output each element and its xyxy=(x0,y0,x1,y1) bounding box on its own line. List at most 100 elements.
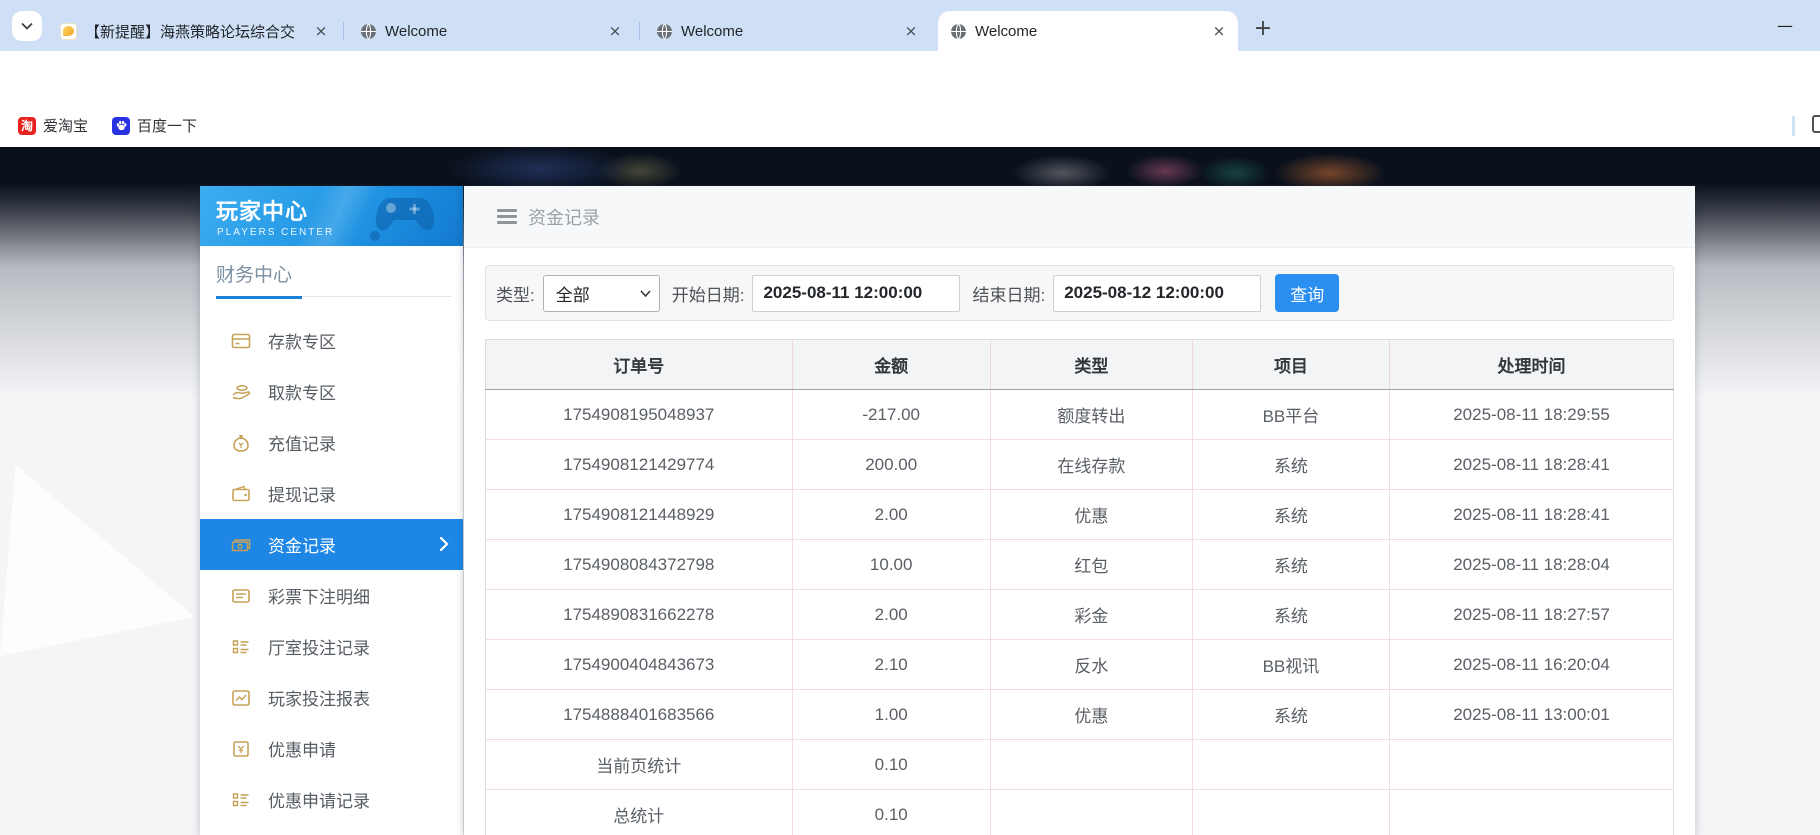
sidebar-item-promo-apply-records[interactable]: 优惠申请记录 xyxy=(200,774,463,825)
cell-amount: 1.00 xyxy=(791,689,991,740)
cell-summary-label: 总统计 xyxy=(485,789,792,835)
coupon-icon xyxy=(233,740,249,757)
sidebar-item-label: 彩票下注明细 xyxy=(268,588,370,607)
type-select[interactable]: 全部 xyxy=(542,274,660,312)
cell-project: 系统 xyxy=(1191,439,1390,490)
type-select-value: 全部 xyxy=(555,285,590,305)
start-date-label: 开始日期: xyxy=(671,285,745,305)
cell-summary-label: 当前页统计 xyxy=(485,739,792,790)
tab-close-button[interactable]: × xyxy=(312,22,330,40)
cell-order-no: 1754908195048937 xyxy=(563,404,715,424)
cell-time: 2025-08-11 18:29:55 xyxy=(1389,389,1674,440)
sidebar-item-deposit-zone[interactable]: 存款专区 xyxy=(200,315,463,366)
bookmarks-separator xyxy=(1792,116,1795,136)
cell-project: 系统 xyxy=(1191,589,1390,640)
tab-close-button[interactable]: × xyxy=(606,22,624,40)
cell-type: 优惠 xyxy=(989,489,1193,540)
tab-list-dropdown-button[interactable] xyxy=(12,11,42,41)
table-row: 1754888401683566 1.00 优惠 系统 2025-08-11 1… xyxy=(485,689,1674,740)
cell-type: 优惠 xyxy=(989,689,1193,740)
column-header-project: 项目 xyxy=(1191,339,1390,390)
bookmarks-bar: 淘 爱淘宝 百度一下 xyxy=(0,104,1820,147)
bookmark-baidu[interactable]: 百度一下 xyxy=(112,112,197,139)
sidebar-item-label: 取款专区 xyxy=(268,384,336,403)
sidebar-menu: 存款专区 取款专区 充值记录 提现记录 资金记录 彩票下注明细 厅室投注记录 玩… xyxy=(200,315,463,825)
sidebar-item-hall-bet-records[interactable]: 厅室投注记录 xyxy=(200,621,463,672)
bank-card-icon xyxy=(231,333,251,348)
sidebar-item-player-bet-report[interactable]: 玩家投注报表 xyxy=(200,672,463,723)
globe-icon xyxy=(951,23,966,39)
type-label: 类型: xyxy=(496,285,535,305)
cell-type: 反水 xyxy=(989,639,1193,690)
sidebar-item-withdrawal-records[interactable]: 提现记录 xyxy=(200,468,463,519)
sidebar-item-lottery-bet-details[interactable]: 彩票下注明细 xyxy=(200,570,463,621)
window-minimize-button[interactable]: — xyxy=(1762,8,1808,42)
cell-time xyxy=(1389,789,1674,835)
main-header: 资金记录 xyxy=(464,186,1695,248)
sidebar-item-label: 充值记录 xyxy=(268,435,336,454)
sidebar-section: 财务中心 xyxy=(200,246,463,299)
browser-tab[interactable]: 【新提醒】海燕策略论坛综合交 × xyxy=(48,11,340,51)
cell-time xyxy=(1389,739,1674,790)
browser-tab-active[interactable]: Welcome × xyxy=(938,11,1238,51)
cell-amount: 0.10 xyxy=(791,739,991,790)
filter-bar: 类型: 全部 开始日期: 2025-08-11 12:00:00 结束日期: 2… xyxy=(485,265,1674,321)
cell-project xyxy=(1191,739,1390,790)
funds-records-table: 订单号 金额 类型 项目 处理时间 1754908195048937 -217.… xyxy=(485,339,1674,835)
column-header-order-no: 订单号 xyxy=(485,339,792,390)
bookmark-taobao[interactable]: 淘 爱淘宝 xyxy=(18,112,88,139)
new-tab-button[interactable]: + xyxy=(1248,13,1278,43)
tab-close-button[interactable]: × xyxy=(1210,22,1228,40)
browser-tab[interactable]: Welcome × xyxy=(348,11,634,51)
tab-close-button[interactable]: × xyxy=(902,22,920,40)
cell-type: 在线存款 xyxy=(989,439,1193,490)
sidebar-item-label: 厅室投注记录 xyxy=(268,639,370,658)
cell-order-no: 1754908121448929 xyxy=(485,489,792,540)
chevron-down-icon xyxy=(21,22,33,30)
search-button[interactable]: 查询 xyxy=(1275,274,1340,312)
taobao-icon: 淘 xyxy=(18,116,36,135)
cell-type xyxy=(989,789,1193,835)
cell-order-no: 1754890831662278 xyxy=(485,589,792,640)
chevron-down-icon xyxy=(640,289,651,297)
cell-project: 系统 xyxy=(1191,689,1390,740)
site-favicon xyxy=(60,22,77,40)
table-header-row: 订单号 金额 类型 项目 处理时间 xyxy=(485,339,1674,390)
tab-strip: 【新提醒】海燕策略论坛综合交 × Welcome × Welcome × Wel… xyxy=(0,0,1820,51)
sidebar-item-funds-records[interactable]: 资金记录 xyxy=(200,519,463,570)
bookmark-label: 爱淘宝 xyxy=(43,118,89,135)
cell-project xyxy=(1191,789,1390,835)
table-summary-row-total: 总统计 0.10 xyxy=(485,789,1674,835)
cell-amount: 2.00 xyxy=(791,489,991,540)
start-date-input[interactable]: 2025-08-11 12:00:00 xyxy=(752,274,961,312)
wallet-icon xyxy=(232,485,250,501)
sidebar-item-promo-apply[interactable]: 优惠申请 xyxy=(200,723,463,774)
table-row: 1754908121448929 2.00 优惠 系统 2025-08-11 1… xyxy=(485,489,1674,540)
sidebar-item-withdraw-zone[interactable]: 取款专区 xyxy=(200,366,463,417)
cell-time: 2025-08-11 18:28:41 xyxy=(1389,489,1674,540)
cell-time: 2025-08-11 18:27:57 xyxy=(1389,589,1674,640)
sidebar-item-label: 资金记录 xyxy=(268,537,336,556)
tab-separator xyxy=(639,22,640,40)
column-header-time: 处理时间 xyxy=(1389,339,1674,390)
table-row: 1754908084372798 10.00 红包 系统 2025-08-11 … xyxy=(485,539,1674,590)
menu-toggle-icon[interactable] xyxy=(497,209,517,224)
sidebar-banner: 玩家中心 PLAYERS CENTER xyxy=(200,186,463,246)
ticket-list-icon xyxy=(232,588,250,603)
sidebar-item-recharge-records[interactable]: 充值记录 xyxy=(200,417,463,468)
bookmarks-overflow-icon[interactable] xyxy=(1812,115,1820,133)
browser-tab[interactable]: Welcome × xyxy=(644,11,930,51)
cell-time: 2025-08-11 13:00:01 xyxy=(1389,689,1674,740)
tab-separator xyxy=(343,22,344,40)
cell-order-no: 1754908084372798 xyxy=(485,539,792,590)
end-date-input[interactable]: 2025-08-12 12:00:00 xyxy=(1053,274,1262,312)
sidebar-item-label: 存款专区 xyxy=(268,333,336,352)
table-row: 1754908195048937 -217.00 额度转出 BB平台 2025-… xyxy=(486,389,1674,440)
cell-project: 系统 xyxy=(1191,539,1390,590)
background-triangle-decoration xyxy=(0,465,195,657)
cell-project: 系统 xyxy=(1191,489,1390,540)
tab-title: Welcome xyxy=(385,22,448,40)
bookmark-label: 百度一下 xyxy=(137,118,198,135)
sidebar: 玩家中心 PLAYERS CENTER 财务中心 存款专区 取款专区 充值记录 … xyxy=(200,186,463,835)
end-date-label: 结束日期: xyxy=(972,285,1046,305)
